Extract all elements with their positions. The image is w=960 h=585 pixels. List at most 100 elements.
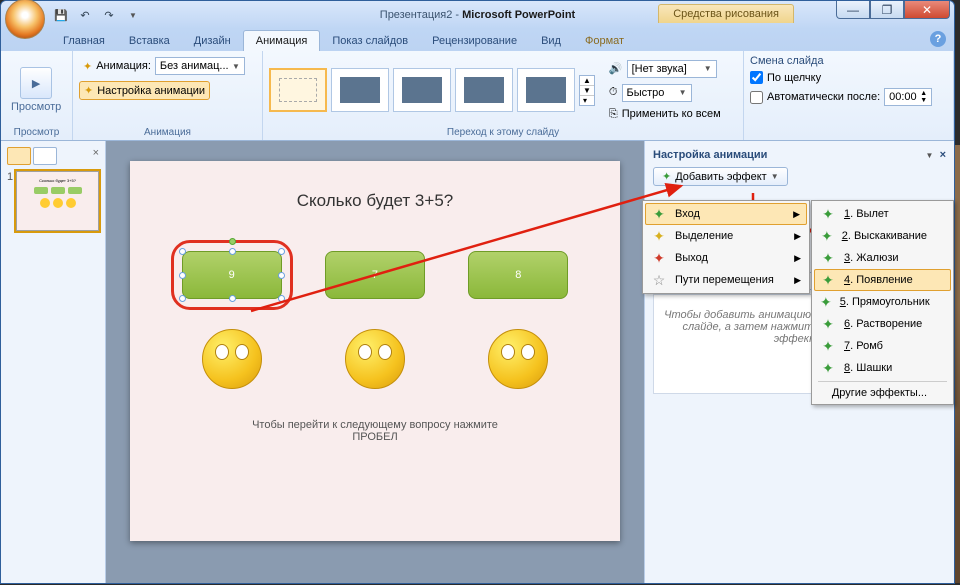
emoji-row [160,329,590,389]
more-effects[interactable]: Другие эффекты... [814,384,951,402]
tab-design[interactable]: Дизайн [182,31,243,51]
auto-after-checkbox[interactable]: Автоматически после: 00:00▲▼ [750,88,932,106]
pane-menu-icon[interactable]: ▼ × [926,149,946,161]
tab-slideshow[interactable]: Показ слайдов [320,31,420,51]
menu-emphasis[interactable]: ✦Выделение▶ [645,225,807,247]
group-label-advance [750,136,947,138]
resize-handle[interactable] [229,295,236,302]
transition-item[interactable] [393,68,451,112]
effect-appear[interactable]: ✦4. Появление [814,269,951,291]
window-title: Презентация2 - Microsoft PowerPoint [1,9,954,21]
gallery-more-icon[interactable]: ▾ [580,95,594,105]
speed-icon: ⏱ [609,86,618,99]
resize-handle[interactable] [179,272,186,279]
tab-home[interactable]: Главная [51,31,117,51]
speed-dropdown[interactable]: Быстро▼ [622,84,692,102]
pane-header: Настройка анимации ▼ × [653,147,946,167]
on-click-checkbox[interactable]: По щелчку [750,71,821,84]
menu-separator [818,381,947,382]
transition-item[interactable] [331,68,389,112]
answer-8-shape[interactable]: 8 [468,251,568,299]
outline-view-button[interactable] [33,147,57,165]
powerpoint-window: 💾 ↶ ↷ ▼ Презентация2 - Microsoft PowerPo… [0,0,955,584]
slide-number: 1 [7,171,13,231]
pane-title: Настройка анимации [653,149,767,161]
panel-close-icon[interactable]: × [93,147,99,165]
tab-animation[interactable]: Анимация [243,30,321,51]
resize-handle[interactable] [229,248,236,255]
pane-close-icon[interactable]: × [940,149,946,161]
effect-diamond[interactable]: ✦7. Ромб [814,335,951,357]
star-icon: ✦ [820,316,836,332]
tab-format[interactable]: Формат [573,31,636,51]
star-icon: ✦ [662,170,671,183]
animate-label: Анимация: [96,60,151,72]
transition-none[interactable] [269,68,327,112]
transition-gallery[interactable]: ▲ ▼ ▾ [269,68,595,112]
slide-thumbnails-panel: × 1 Сколько будет 3+5? [1,141,106,583]
rotate-handle[interactable] [229,238,236,245]
sound-dropdown[interactable]: [Нет звука]▼ [627,60,717,78]
menu-exit[interactable]: ✦Выход▶ [645,247,807,269]
star-icon: ✦ [820,338,836,354]
resize-handle[interactable] [179,248,186,255]
help-icon[interactable]: ? [930,31,946,47]
star-icon: ✦ [651,228,667,244]
effect-dissolve[interactable]: ✦6. Растворение [814,313,951,335]
star-icon: ✦ [820,272,836,288]
ribbon-tabs: Главная Вставка Дизайн Анимация Показ сл… [1,29,954,51]
maximize-button[interactable]: ❐ [870,1,904,19]
ribbon: ▶ Просмотр Просмотр ✦ Анимация: Без аним… [1,51,954,141]
resize-handle[interactable] [179,295,186,302]
auto-time-input[interactable]: 00:00▲▼ [884,88,932,106]
answer-9-shape[interactable]: 9 [182,251,282,299]
answer-7-shape[interactable]: 7 [325,251,425,299]
star-icon: ☆ [651,272,667,288]
star-icon: ✦ [820,250,836,266]
tab-insert[interactable]: Вставка [117,31,182,51]
tab-view[interactable]: Вид [529,31,573,51]
minimize-button[interactable]: — [836,1,870,19]
animate-dropdown[interactable]: Без анимац...▼ [155,57,245,75]
gallery-up-icon[interactable]: ▲ [580,76,594,85]
emoji-face[interactable] [202,329,262,389]
resize-handle[interactable] [278,248,285,255]
slide-canvas[interactable]: Сколько будет 3+5? 9 7 [130,161,620,541]
transition-item[interactable] [517,68,575,112]
redo-icon[interactable]: ↷ [99,5,119,25]
effect-blinds[interactable]: ✦3. Жалюзи [814,247,951,269]
qat-dropdown-icon[interactable]: ▼ [123,5,143,25]
effect-peek-in[interactable]: ✦2. Выскакивание [814,225,951,247]
animate-dropdown-row: ✦ Анимация: Без анимац...▼ [79,55,249,77]
add-effect-menu: ✦Вход▶ ✦Выделение▶ ✦Выход▶ ☆Пути перемещ… [642,200,810,294]
close-button[interactable]: ✕ [904,1,950,19]
app-name: Microsoft PowerPoint [462,9,575,21]
add-effect-button[interactable]: ✦ Добавить эффект ▼ [653,167,788,186]
window-controls: — ❐ ✕ [836,1,950,19]
animation-settings-button[interactable]: ✦ Настройка анимации [79,81,210,100]
resize-handle[interactable] [278,272,285,279]
group-advance: Смена слайда По щелчку Автоматически пос… [744,51,954,140]
office-button[interactable] [5,0,45,39]
preview-button[interactable]: ▶ Просмотр [7,65,65,115]
menu-entrance[interactable]: ✦Вход▶ [645,203,807,225]
entrance-submenu: ✦1. Вылет ✦2. Выскакивание ✦3. Жалюзи ✦4… [811,200,954,405]
gallery-down-icon[interactable]: ▼ [580,85,594,95]
apply-to-all-button[interactable]: ⎘Применить ко всем [605,106,725,123]
tab-review[interactable]: Рецензирование [420,31,529,51]
resize-handle[interactable] [278,295,285,302]
effect-checkerboard[interactable]: ✦8. Шашки [814,357,951,379]
slide-thumbnail[interactable]: Сколько будет 3+5? [16,171,99,231]
transition-item[interactable] [455,68,513,112]
emoji-face[interactable] [488,329,548,389]
effect-box[interactable]: ✦5. Прямоугольник [814,291,951,313]
undo-icon[interactable]: ↶ [75,5,95,25]
slides-view-button[interactable] [7,147,31,165]
slide-editor[interactable]: Сколько будет 3+5? 9 7 [106,141,644,583]
emoji-face[interactable] [345,329,405,389]
menu-motion-paths[interactable]: ☆Пути перемещения▶ [645,269,807,291]
save-icon[interactable]: 💾 [51,5,71,25]
question-title: Сколько будет 3+5? [160,191,590,211]
slide-hint: Чтобы перейти к следующему вопросу нажми… [160,419,590,443]
effect-fly-in[interactable]: ✦1. Вылет [814,203,951,225]
